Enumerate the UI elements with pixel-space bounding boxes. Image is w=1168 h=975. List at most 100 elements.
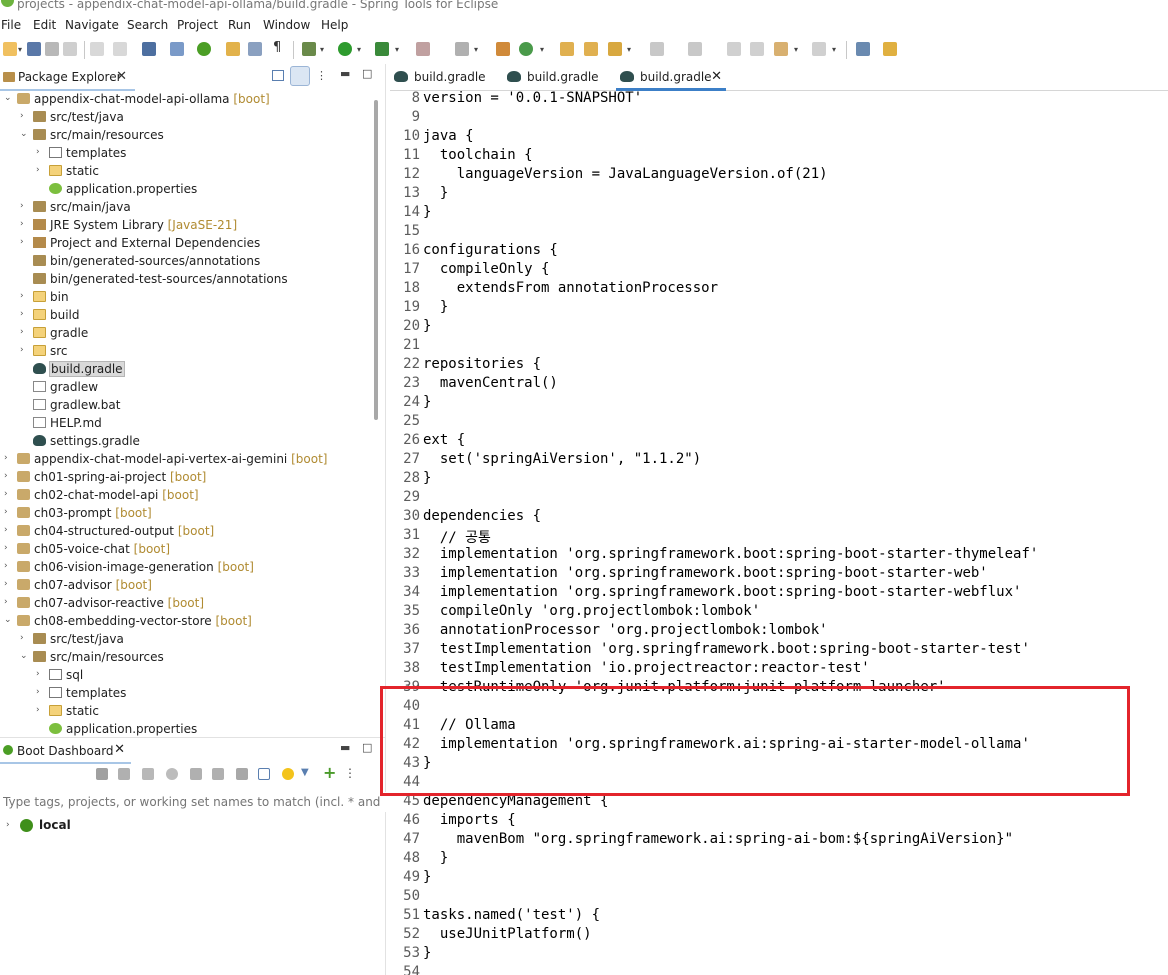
tree-item[interactable]: › appendix-chat-model-api-vertex-ai-gemin… bbox=[0, 450, 372, 468]
chevron-right-icon[interactable]: › bbox=[4, 525, 8, 535]
tree-item[interactable]: › bin bbox=[0, 288, 372, 306]
chevron-right-icon[interactable]: › bbox=[4, 453, 8, 463]
code-line[interactable]: 31 // 공통 bbox=[390, 527, 1168, 546]
view-menu-icon[interactable]: ⋮ bbox=[316, 69, 327, 82]
code-line[interactable]: 50 bbox=[390, 888, 1168, 907]
chevron-right-icon[interactable]: › bbox=[36, 165, 40, 175]
menu-edit[interactable]: Edit bbox=[33, 18, 56, 32]
coverage-dropdown-icon[interactable]: ▾ bbox=[395, 45, 399, 54]
add-icon[interactable]: + bbox=[323, 763, 336, 782]
tree-item[interactable]: › src bbox=[0, 342, 372, 360]
code-line[interactable]: 25 bbox=[390, 413, 1168, 432]
previous-annotation-icon[interactable] bbox=[688, 42, 702, 56]
code-line[interactable]: 33 implementation 'org.springframework.b… bbox=[390, 565, 1168, 584]
code-line[interactable]: 28} bbox=[390, 470, 1168, 489]
tree-item[interactable]: › src/test/java bbox=[0, 630, 372, 648]
close-icon[interactable]: ✕ bbox=[711, 69, 722, 84]
code-line[interactable]: 10 java { bbox=[390, 128, 1168, 147]
code-line[interactable]: 12 languageVersion = JavaLanguageVersion… bbox=[390, 166, 1168, 185]
package-explorer-tab[interactable]: Package Explorer ✕ bbox=[0, 66, 135, 91]
chevron-right-icon[interactable]: › bbox=[36, 687, 40, 697]
tree-item[interactable]: › src/main/java bbox=[0, 198, 372, 216]
open-perspective-icon[interactable] bbox=[856, 42, 870, 56]
boot-dashboard-icon[interactable] bbox=[197, 42, 211, 56]
chevron-right-icon[interactable]: › bbox=[4, 507, 8, 517]
chevron-down-icon[interactable]: ⌄ bbox=[20, 129, 28, 139]
editor-divider[interactable] bbox=[385, 64, 386, 975]
code-line[interactable]: 54 bbox=[390, 964, 1168, 975]
code-line[interactable]: 17 compileOnly { bbox=[390, 261, 1168, 280]
chevron-right-icon[interactable]: › bbox=[20, 327, 24, 337]
open-console-icon[interactable] bbox=[190, 768, 202, 780]
link-icon[interactable] bbox=[212, 768, 224, 780]
tree-item[interactable]: › JRE System Library [JavaSE-21] bbox=[0, 216, 372, 234]
code-line[interactable]: 46 imports { bbox=[390, 812, 1168, 831]
tree-item[interactable]: › Project and External Dependencies bbox=[0, 234, 372, 252]
code-line[interactable]: 16 configurations { bbox=[390, 242, 1168, 261]
code-line[interactable]: 35 compileOnly 'org.projectlombok:lombok… bbox=[390, 603, 1168, 622]
code-line[interactable]: 49} bbox=[390, 869, 1168, 888]
code-line[interactable]: 26 ext { bbox=[390, 432, 1168, 451]
chevron-right-icon[interactable]: › bbox=[20, 237, 24, 247]
chevron-right-icon[interactable]: › bbox=[4, 543, 8, 553]
code-line[interactable]: 14} bbox=[390, 204, 1168, 223]
new-project-icon[interactable] bbox=[496, 42, 510, 56]
run-dropdown-icon[interactable]: ▾ bbox=[357, 45, 361, 54]
chevron-down-icon[interactable]: ⌄ bbox=[20, 651, 28, 661]
tree-item[interactable]: HELP.md bbox=[0, 414, 372, 432]
chevron-right-icon[interactable]: › bbox=[4, 471, 8, 481]
code-line[interactable]: 9 bbox=[390, 109, 1168, 128]
tree-item[interactable]: › ch05-voice-chat [boot] bbox=[0, 540, 372, 558]
run-icon[interactable] bbox=[338, 42, 352, 56]
chevron-right-icon[interactable]: › bbox=[20, 291, 24, 301]
menu-file[interactable]: File bbox=[1, 18, 21, 32]
open-browser-icon[interactable] bbox=[166, 768, 178, 780]
external-tools-dropdown-icon[interactable]: ▾ bbox=[474, 45, 478, 54]
tree-item[interactable]: ⌄ src/main/resources bbox=[0, 648, 372, 666]
open-project-icon[interactable] bbox=[560, 42, 574, 56]
code-line[interactable]: 51 tasks.named('test') { bbox=[390, 907, 1168, 926]
back-icon[interactable] bbox=[750, 42, 764, 56]
tree-item[interactable]: › sql bbox=[0, 666, 372, 684]
code-line[interactable]: 20} bbox=[390, 318, 1168, 337]
start-icon[interactable] bbox=[96, 768, 108, 780]
search-icon[interactable] bbox=[608, 42, 622, 56]
tree-item[interactable]: ⌄ appendix-chat-model-api-ollama [boot] bbox=[0, 90, 372, 108]
tree-item[interactable]: bin/generated-sources/annotations bbox=[0, 252, 372, 270]
tree-item[interactable]: › ch03-prompt [boot] bbox=[0, 504, 372, 522]
tree-item[interactable]: › static bbox=[0, 702, 372, 720]
chevron-right-icon[interactable]: › bbox=[6, 820, 10, 830]
stop-icon[interactable] bbox=[142, 768, 154, 780]
toggle-mark-icon[interactable] bbox=[248, 42, 262, 56]
minimize-icon[interactable]: ▬ bbox=[340, 67, 350, 80]
menu-window[interactable]: Window bbox=[263, 18, 310, 32]
tree-item[interactable]: application.properties bbox=[0, 720, 372, 736]
chevron-right-icon[interactable]: › bbox=[20, 111, 24, 121]
filter-icon[interactable]: ▼ bbox=[301, 767, 313, 779]
tree-item[interactable]: gradlew bbox=[0, 378, 372, 396]
code-line[interactable]: 38 testImplementation 'io.projectreactor… bbox=[390, 660, 1168, 679]
chevron-right-icon[interactable]: › bbox=[4, 579, 8, 589]
code-editor[interactable]: 8 version = '0.0.1-SNAPSHOT' 9 10 java {11 t… bbox=[390, 90, 1168, 975]
chevron-right-icon[interactable]: › bbox=[36, 669, 40, 679]
chevron-right-icon[interactable]: › bbox=[4, 561, 8, 571]
tree-item[interactable]: ⌄ ch08-embedding-vector-store [boot] bbox=[0, 612, 372, 630]
collapse-all-icon[interactable] bbox=[272, 70, 284, 81]
tree-item[interactable]: › static bbox=[0, 162, 372, 180]
external-tools-icon[interactable] bbox=[455, 42, 469, 56]
bulb-icon[interactable] bbox=[282, 768, 294, 780]
new-class-icon[interactable] bbox=[519, 42, 533, 56]
boot-dashboard-filter-input[interactable] bbox=[0, 792, 386, 812]
debug-dropdown-icon[interactable]: ▾ bbox=[320, 45, 324, 54]
tree-item[interactable]: ⌄ src/main/resources bbox=[0, 126, 372, 144]
new-dropdown-icon[interactable]: ▾ bbox=[18, 45, 22, 54]
code-line[interactable]: 21 bbox=[390, 337, 1168, 356]
forward-dropdown-icon[interactable]: ▾ bbox=[832, 45, 836, 54]
boot-dashboard-local-node[interactable]: › local bbox=[0, 816, 300, 836]
chevron-right-icon[interactable]: › bbox=[4, 597, 8, 607]
save-all-icon[interactable] bbox=[45, 42, 59, 56]
code-line[interactable]: 29 bbox=[390, 489, 1168, 508]
tree-item[interactable]: bin/generated-test-sources/annotations bbox=[0, 270, 372, 288]
code-line[interactable]: 30 dependencies { bbox=[390, 508, 1168, 527]
edit-icon[interactable] bbox=[236, 768, 248, 780]
